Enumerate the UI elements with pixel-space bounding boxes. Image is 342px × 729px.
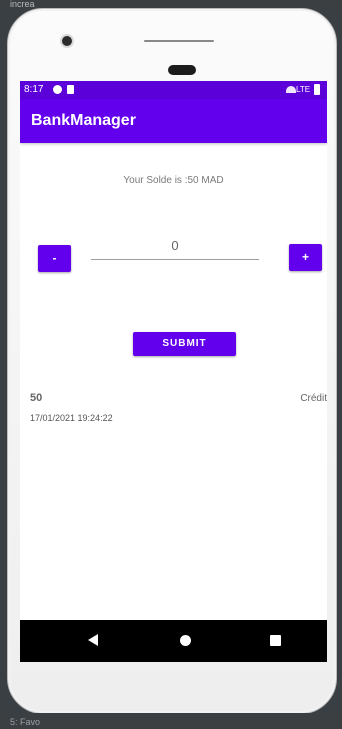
phone-frame: 8:17 LTE BankManager Your Solde is :50 M… xyxy=(7,8,337,714)
notification-icon xyxy=(53,85,62,94)
back-icon[interactable] xyxy=(88,634,98,646)
app-bar: BankManager xyxy=(20,99,327,143)
ide-status-strip: 5: Favo xyxy=(0,713,342,729)
transaction-date: 17/01/2021 19:24:22 xyxy=(30,413,113,423)
balance-text: Your Solde is :50 MAD xyxy=(123,175,224,186)
device-screen: 8:17 LTE BankManager Your Solde is :50 M… xyxy=(20,81,327,662)
speaker-grille-icon xyxy=(168,65,196,75)
increment-button[interactable]: + xyxy=(289,244,322,271)
transaction-amount: 50 xyxy=(30,392,43,404)
navigation-bar xyxy=(20,620,327,662)
ide-status-text: 5: Favo xyxy=(10,717,41,727)
signal-icon xyxy=(286,86,296,93)
ide-toolbar-text: increa xyxy=(10,0,35,9)
front-camera-icon xyxy=(60,34,74,48)
battery-icon xyxy=(314,84,320,95)
home-icon[interactable] xyxy=(180,635,191,646)
network-type-label: LTE xyxy=(296,85,311,94)
status-time: 8:17 xyxy=(24,84,44,95)
submit-button[interactable]: SUBMIT xyxy=(133,332,236,356)
recent-apps-icon[interactable] xyxy=(270,635,281,646)
amount-input[interactable] xyxy=(91,231,259,260)
sd-card-icon xyxy=(67,85,74,94)
decrement-button[interactable]: - xyxy=(38,245,71,272)
earpiece-line xyxy=(144,40,214,42)
status-bar: 8:17 LTE xyxy=(20,81,327,99)
app-title: BankManager xyxy=(31,112,136,129)
transaction-type: Crédit xyxy=(300,393,327,404)
